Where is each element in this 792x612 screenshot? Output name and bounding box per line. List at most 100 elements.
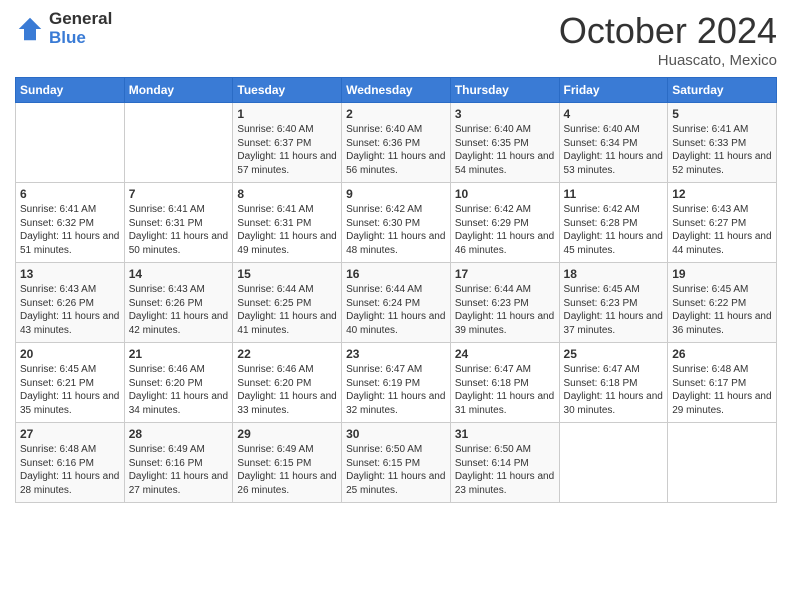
- cell-info: Sunrise: 6:43 AM Sunset: 6:26 PM Dayligh…: [129, 283, 229, 337]
- header-row: SundayMondayTuesdayWednesdayThursdayFrid…: [16, 78, 777, 103]
- calendar-cell: 26Sunrise: 6:48 AM Sunset: 6:17 PM Dayli…: [668, 343, 777, 423]
- col-header-tuesday: Tuesday: [233, 78, 342, 103]
- calendar-cell: 6 Sunrise: 6:41 AM Sunset: 6:32 PM Daylig…: [16, 183, 125, 263]
- calendar-cell: 27Sunrise: 6:48 AM Sunset: 6:16 PM Dayli…: [16, 423, 125, 503]
- calendar-cell: 5Sunrise: 6:41 AM Sunset: 6:33 PM Daylig…: [668, 103, 777, 183]
- cell-info: Sunrise: 6:45 AM Sunset: 6:21 PM Dayligh…: [20, 363, 120, 417]
- cell-info: Sunrise: 6:41 AM Sunset: 6:31 PM Dayligh…: [129, 203, 229, 257]
- day-number: 3: [455, 107, 555, 121]
- week-row-5: 27Sunrise: 6:48 AM Sunset: 6:16 PM Dayli…: [16, 423, 777, 503]
- calendar-cell: 17Sunrise: 6:44 AM Sunset: 6:23 PM Dayli…: [450, 263, 559, 343]
- day-number: 18: [564, 267, 664, 281]
- cell-info: Sunrise: 6:44 AM Sunset: 6:24 PM Dayligh…: [346, 283, 446, 337]
- calendar-cell: 14 Sunrise: 6:43 AM Sunset: 6:26 PM Dayli…: [124, 263, 233, 343]
- calendar-cell: 4Sunrise: 6:40 AM Sunset: 6:34 PM Daylig…: [559, 103, 668, 183]
- cell-info: Sunrise: 6:43 AM Sunset: 6:27 PM Dayligh…: [672, 203, 772, 257]
- cell-info: Sunrise: 6:50 AM Sunset: 6:15 PM Dayligh…: [346, 443, 446, 497]
- cell-info: Sunrise: 6:45 AM Sunset: 6:22 PM Dayligh…: [672, 283, 772, 337]
- cell-info: Sunrise: 6:45 AM Sunset: 6:23 PM Dayligh…: [564, 283, 664, 337]
- calendar-cell: 21 Sunrise: 6:46 AM Sunset: 6:20 PM Dayli…: [124, 343, 233, 423]
- day-number: 12: [672, 187, 772, 201]
- location: Huascato, Mexico: [559, 52, 777, 69]
- cell-info: Sunrise: 6:46 AM Sunset: 6:20 PM Dayligh…: [237, 363, 337, 417]
- day-number: 20: [20, 347, 120, 361]
- day-number: 28: [129, 427, 229, 441]
- day-number: 2: [346, 107, 446, 121]
- page-header: General Blue October 2024 Huascato, Mexi…: [15, 10, 777, 69]
- logo-icon: [15, 14, 45, 44]
- calendar-cell: 2 Sunrise: 6:40 AM Sunset: 6:36 PM Daylig…: [342, 103, 451, 183]
- calendar-cell: 22 Sunrise: 6:46 AM Sunset: 6:20 PM Dayli…: [233, 343, 342, 423]
- day-number: 30: [346, 427, 446, 441]
- day-number: 11: [564, 187, 664, 201]
- day-number: 19: [672, 267, 772, 281]
- day-number: 21: [129, 347, 229, 361]
- cell-info: Sunrise: 6:40 AM Sunset: 6:35 PM Dayligh…: [455, 123, 555, 177]
- day-number: 14: [129, 267, 229, 281]
- cell-info: Sunrise: 6:43 AM Sunset: 6:26 PM Dayligh…: [20, 283, 120, 337]
- calendar-cell: 9 Sunrise: 6:42 AM Sunset: 6:30 PM Daylig…: [342, 183, 451, 263]
- cell-info: Sunrise: 6:46 AM Sunset: 6:20 PM Dayligh…: [129, 363, 229, 417]
- cell-info: Sunrise: 6:50 AM Sunset: 6:14 PM Dayligh…: [455, 443, 555, 497]
- calendar-cell: 28 Sunrise: 6:49 AM Sunset: 6:16 PM Dayli…: [124, 423, 233, 503]
- calendar-cell: [668, 423, 777, 503]
- calendar-cell: 24Sunrise: 6:47 AM Sunset: 6:18 PM Dayli…: [450, 343, 559, 423]
- calendar-cell: 1 Sunrise: 6:40 AM Sunset: 6:37 PM Daylig…: [233, 103, 342, 183]
- col-header-wednesday: Wednesday: [342, 78, 451, 103]
- calendar-cell: 23Sunrise: 6:47 AM Sunset: 6:19 PM Dayli…: [342, 343, 451, 423]
- calendar-cell: 8 Sunrise: 6:41 AM Sunset: 6:31 PM Daylig…: [233, 183, 342, 263]
- cell-info: Sunrise: 6:40 AM Sunset: 6:37 PM Dayligh…: [237, 123, 337, 177]
- col-header-friday: Friday: [559, 78, 668, 103]
- calendar-cell: 16 Sunrise: 6:44 AM Sunset: 6:24 PM Dayli…: [342, 263, 451, 343]
- cell-info: Sunrise: 6:47 AM Sunset: 6:18 PM Dayligh…: [455, 363, 555, 417]
- calendar-cell: 11Sunrise: 6:42 AM Sunset: 6:28 PM Dayli…: [559, 183, 668, 263]
- calendar-cell: [16, 103, 125, 183]
- calendar-cell: 3 Sunrise: 6:40 AM Sunset: 6:35 PM Daylig…: [450, 103, 559, 183]
- calendar-table: SundayMondayTuesdayWednesdayThursdayFrid…: [15, 77, 777, 503]
- day-number: 6: [20, 187, 120, 201]
- day-number: 13: [20, 267, 120, 281]
- calendar-cell: 30 Sunrise: 6:50 AM Sunset: 6:15 PM Dayli…: [342, 423, 451, 503]
- calendar-cell: 7Sunrise: 6:41 AM Sunset: 6:31 PM Daylig…: [124, 183, 233, 263]
- calendar-cell: 19 Sunrise: 6:45 AM Sunset: 6:22 PM Dayli…: [668, 263, 777, 343]
- day-number: 5: [672, 107, 772, 121]
- cell-info: Sunrise: 6:41 AM Sunset: 6:31 PM Dayligh…: [237, 203, 337, 257]
- week-row-1: 1 Sunrise: 6:40 AM Sunset: 6:37 PM Daylig…: [16, 103, 777, 183]
- day-number: 9: [346, 187, 446, 201]
- calendar-cell: 25 Sunrise: 6:47 AM Sunset: 6:18 PM Dayli…: [559, 343, 668, 423]
- day-number: 31: [455, 427, 555, 441]
- cell-info: Sunrise: 6:42 AM Sunset: 6:29 PM Dayligh…: [455, 203, 555, 257]
- cell-info: Sunrise: 6:42 AM Sunset: 6:30 PM Dayligh…: [346, 203, 446, 257]
- calendar-cell: 12 Sunrise: 6:43 AM Sunset: 6:27 PM Dayli…: [668, 183, 777, 263]
- cell-info: Sunrise: 6:48 AM Sunset: 6:16 PM Dayligh…: [20, 443, 120, 497]
- cell-info: Sunrise: 6:47 AM Sunset: 6:18 PM Dayligh…: [564, 363, 664, 417]
- week-row-3: 13 Sunrise: 6:43 AM Sunset: 6:26 PM Dayli…: [16, 263, 777, 343]
- calendar-cell: 15Sunrise: 6:44 AM Sunset: 6:25 PM Dayli…: [233, 263, 342, 343]
- cell-info: Sunrise: 6:49 AM Sunset: 6:16 PM Dayligh…: [129, 443, 229, 497]
- logo-general: General: [49, 10, 112, 29]
- cell-info: Sunrise: 6:41 AM Sunset: 6:32 PM Dayligh…: [20, 203, 120, 257]
- calendar-cell: [124, 103, 233, 183]
- day-number: 25: [564, 347, 664, 361]
- day-number: 1: [237, 107, 337, 121]
- logo-blue: Blue: [49, 29, 112, 48]
- cell-info: Sunrise: 6:47 AM Sunset: 6:19 PM Dayligh…: [346, 363, 446, 417]
- col-header-thursday: Thursday: [450, 78, 559, 103]
- cell-info: Sunrise: 6:44 AM Sunset: 6:23 PM Dayligh…: [455, 283, 555, 337]
- day-number: 8: [237, 187, 337, 201]
- title-area: October 2024 Huascato, Mexico: [559, 10, 777, 69]
- cell-info: Sunrise: 6:44 AM Sunset: 6:25 PM Dayligh…: [237, 283, 337, 337]
- cell-info: Sunrise: 6:49 AM Sunset: 6:15 PM Dayligh…: [237, 443, 337, 497]
- calendar-cell: 29Sunrise: 6:49 AM Sunset: 6:15 PM Dayli…: [233, 423, 342, 503]
- logo-text: General Blue: [49, 10, 112, 47]
- cell-info: Sunrise: 6:40 AM Sunset: 6:36 PM Dayligh…: [346, 123, 446, 177]
- week-row-4: 20 Sunrise: 6:45 AM Sunset: 6:21 PM Dayli…: [16, 343, 777, 423]
- month-title: October 2024: [559, 10, 777, 52]
- day-number: 10: [455, 187, 555, 201]
- calendar-cell: 18 Sunrise: 6:45 AM Sunset: 6:23 PM Dayli…: [559, 263, 668, 343]
- calendar-cell: 20 Sunrise: 6:45 AM Sunset: 6:21 PM Dayli…: [16, 343, 125, 423]
- day-number: 22: [237, 347, 337, 361]
- cell-info: Sunrise: 6:48 AM Sunset: 6:17 PM Dayligh…: [672, 363, 772, 417]
- day-number: 4: [564, 107, 664, 121]
- day-number: 16: [346, 267, 446, 281]
